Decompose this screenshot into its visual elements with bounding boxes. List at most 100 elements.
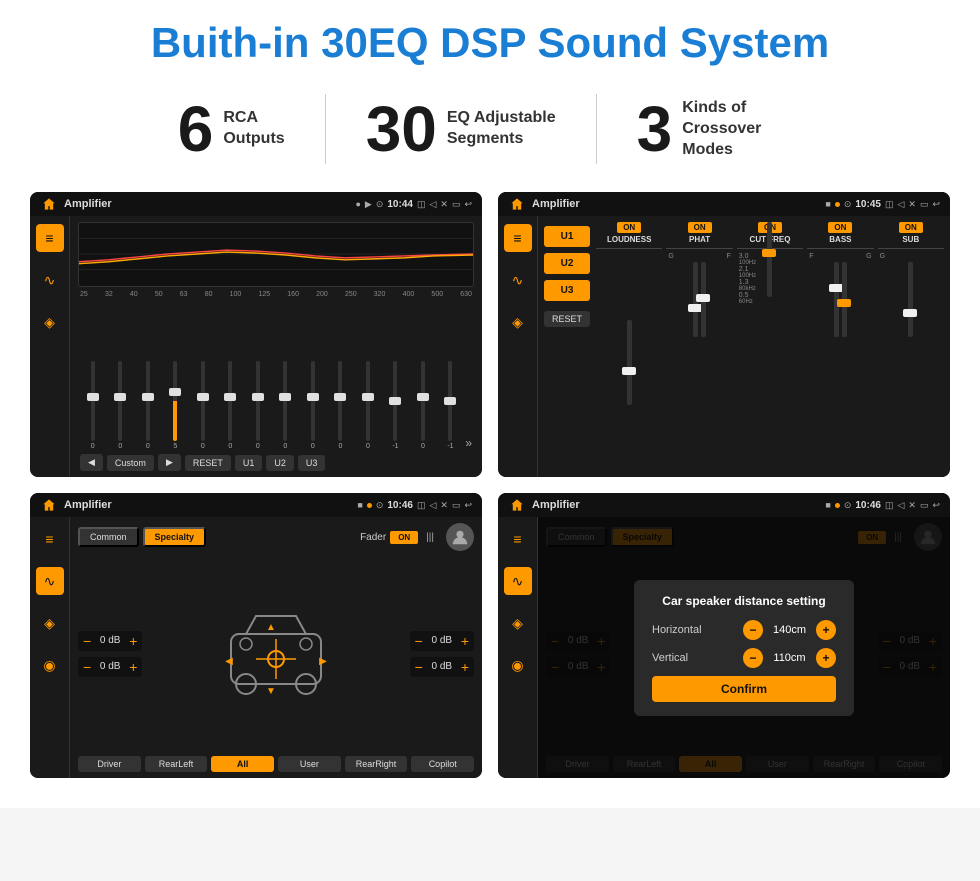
dist-dot	[835, 503, 840, 508]
eq-custom-btn[interactable]: Custom	[107, 455, 154, 471]
dialog-vertical-stepper: − 110cm +	[743, 648, 836, 668]
eq-prev-btn[interactable]: ◀	[80, 454, 103, 471]
fader-minus-3[interactable]: −	[415, 633, 423, 649]
eq-more-btn[interactable]: »	[465, 436, 472, 450]
eq-u3-btn[interactable]: U3	[298, 455, 326, 471]
eq-u1-btn[interactable]: U1	[235, 455, 263, 471]
fader-db-val-2: 0 dB	[95, 661, 125, 672]
fader-common-tab[interactable]: Common	[78, 527, 139, 547]
sidebar-speaker-icon[interactable]: ◈	[36, 308, 64, 336]
fader-plus-1[interactable]: +	[129, 633, 137, 649]
xover-sidebar-wave-icon[interactable]: ∿	[504, 266, 532, 294]
dist-sidebar-eq-icon[interactable]: ≡	[504, 525, 532, 553]
dialog-horizontal-minus[interactable]: −	[743, 620, 763, 640]
dialog-horizontal-value: 140cm	[767, 624, 812, 636]
eq-rect-icon: ▭	[452, 199, 461, 210]
fader-db-val-1: 0 dB	[95, 635, 125, 646]
fader-sidebar-wave-icon[interactable]: ∿	[36, 567, 64, 595]
eq-vol-icon: ◁	[429, 199, 436, 210]
fader-minus-1[interactable]: −	[83, 633, 91, 649]
eq-reset-btn[interactable]: RESET	[185, 455, 231, 471]
fader-minus-4[interactable]: −	[415, 659, 423, 675]
xover-channels: ON LOUDNESS ON PHAT	[596, 222, 944, 471]
xover-screen-content: ≡ ∿ ◈ U1 U2 U3 RESET ON LOUDNESS	[498, 216, 950, 477]
dist-sidebar-speaker-icon[interactable]: ◈	[504, 609, 532, 637]
xover-bass-name: BASS	[829, 235, 851, 244]
eq-icon1: ●	[355, 199, 360, 209]
sidebar-eq-icon[interactable]: ≡	[36, 224, 64, 252]
dialog-vertical-minus[interactable]: −	[743, 648, 763, 668]
xover-home-icon	[508, 195, 526, 213]
fader-rearleft-btn[interactable]: RearLeft	[145, 756, 208, 772]
fader-sidebar-eq-icon[interactable]: ≡	[36, 525, 64, 553]
xover-sub-name: SUB	[902, 235, 919, 244]
xover-location-icon: ⊙	[844, 199, 852, 210]
fader-sidebar-speaker-icon[interactable]: ◈	[36, 609, 64, 637]
xover-status-bar: Amplifier ■ ⊙ 10:45 ◫ ◁ ✕ ▭ ↩	[498, 192, 950, 216]
fader-on-badge: ON	[390, 531, 418, 544]
fader-plus-4[interactable]: +	[461, 659, 469, 675]
fader-specialty-tab[interactable]: Specialty	[143, 527, 207, 547]
xover-u3-btn[interactable]: U3	[544, 280, 590, 301]
dist-back-icon: ↩	[932, 500, 940, 511]
dialog-horizontal-row: Horizontal − 140cm +	[652, 620, 836, 640]
xover-dot	[835, 202, 840, 207]
fader-all-btn[interactable]: All	[211, 756, 274, 772]
eq-slider-2: 0	[108, 361, 134, 450]
stat-label-rca: RCAOutputs	[223, 108, 284, 150]
fader-sidebar-extra-icon[interactable]: ◉	[36, 651, 64, 679]
dist-sidebar-extra-icon[interactable]: ◉	[504, 651, 532, 679]
fader-x-icon: ✕	[440, 500, 448, 511]
stat-label-crossover: Kinds ofCrossover Modes	[682, 98, 802, 160]
fader-rect-icon: ▭	[452, 500, 461, 511]
sidebar-wave-icon[interactable]: ∿	[36, 266, 64, 294]
main-title: Buith-in 30EQ DSP Sound System	[30, 20, 950, 66]
dialog-title: Car speaker distance setting	[652, 594, 836, 608]
xover-u1-btn[interactable]: U1	[544, 226, 590, 247]
xover-ch-bass: ON BASS FG	[807, 222, 873, 471]
eq-slider-11: 0	[355, 361, 381, 450]
fader-db-row-1: − 0 dB +	[78, 631, 142, 651]
eq-left-sidebar: ≡ ∿ ◈	[30, 216, 70, 477]
xover-sidebar-speaker-icon[interactable]: ◈	[504, 308, 532, 336]
fader-user-btn[interactable]: User	[278, 756, 341, 772]
fader-rearright-btn[interactable]: RearRight	[345, 756, 408, 772]
xover-u-buttons: U1 U2 U3 RESET	[544, 222, 590, 471]
dialog-confirm-button[interactable]: Confirm	[652, 676, 836, 702]
fader-bottom-row: Driver RearLeft All User RearRight Copil…	[78, 756, 474, 772]
eq-slider-9: 0	[300, 361, 326, 450]
fader-db-val-3: 0 dB	[427, 635, 457, 646]
stat-rca: 6 RCAOutputs	[138, 97, 325, 161]
eq-freq-labels: 25 32 40 50 63 80 100 125 160 200 250 32…	[78, 291, 474, 298]
fader-back-icon: ↩	[464, 500, 472, 511]
eq-u2-btn[interactable]: U2	[266, 455, 294, 471]
fader-minus-2[interactable]: −	[83, 659, 91, 675]
screenshots-grid: Amplifier ● ▶ ⊙ 10:44 ◫ ◁ ✕ ▭ ↩ ≡ ∿ ◈	[30, 192, 950, 778]
fader-driver-btn[interactable]: Driver	[78, 756, 141, 772]
dist-sidebar-wave-icon[interactable]: ∿	[504, 567, 532, 595]
dist-rect-icon: ▭	[920, 500, 929, 511]
xover-u2-btn[interactable]: U2	[544, 253, 590, 274]
eq-next-btn[interactable]: ▶	[158, 454, 181, 471]
dialog-vertical-plus[interactable]: +	[816, 648, 836, 668]
fader-db-row-3: − 0 dB +	[410, 631, 474, 651]
eq-slider-5: 0	[190, 361, 216, 450]
crossover-main-area: U1 U2 U3 RESET ON LOUDNESS	[538, 216, 950, 477]
xover-loudness-name: LOUDNESS	[607, 235, 651, 244]
xover-sidebar-eq-icon[interactable]: ≡	[504, 224, 532, 252]
eq-graph	[78, 222, 474, 287]
fader-copilot-btn[interactable]: Copilot	[411, 756, 474, 772]
dist-vol-icon: ◁	[897, 500, 904, 511]
eq-slider-10: 0	[328, 361, 354, 450]
fader-plus-3[interactable]: +	[461, 633, 469, 649]
stat-eq: 30 EQ AdjustableSegments	[326, 97, 596, 161]
dist-time: 10:46	[855, 500, 881, 511]
xover-reset-btn[interactable]: RESET	[544, 311, 590, 327]
eq-cam-icon: ◫	[417, 199, 426, 210]
svg-text:▲: ▲	[266, 622, 276, 633]
fader-location-icon: ⊙	[376, 500, 384, 511]
distance-dialog-overlay: Car speaker distance setting Horizontal …	[538, 517, 950, 778]
fader-right-controls: − 0 dB + − 0 dB +	[410, 631, 474, 677]
dialog-horizontal-plus[interactable]: +	[816, 620, 836, 640]
fader-plus-2[interactable]: +	[129, 659, 137, 675]
